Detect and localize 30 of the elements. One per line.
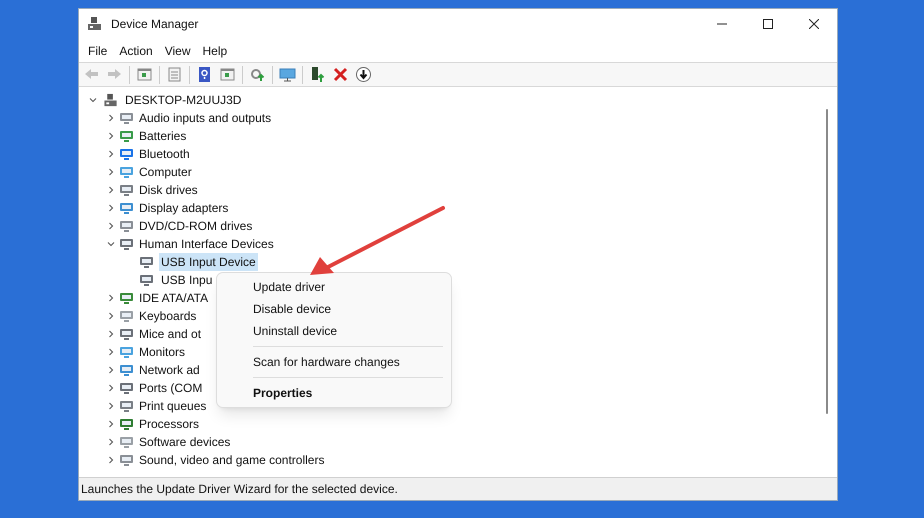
tree-item[interactable]: Software devices bbox=[139, 433, 230, 451]
tree-item[interactable]: Keyboards bbox=[139, 307, 196, 325]
menu-item[interactable]: Update driver bbox=[217, 276, 451, 298]
tree-item[interactable]: Ports (COM bbox=[139, 379, 202, 397]
menu-item[interactable]: File bbox=[82, 40, 114, 60]
status-text: Launches the Update Driver Wizard for the selected device. bbox=[81, 481, 398, 498]
tree-item[interactable]: Batteries bbox=[139, 127, 186, 145]
tree-item[interactable]: Bluetooth bbox=[139, 145, 190, 163]
menu-item[interactable]: View bbox=[158, 40, 196, 60]
window-title: Device Manager bbox=[111, 16, 198, 33]
menu-item[interactable]: Action bbox=[113, 40, 159, 60]
tree-item[interactable]: USB Input Device bbox=[159, 253, 258, 271]
tree-item[interactable]: Audio inputs and outputs bbox=[139, 109, 272, 127]
tree-item[interactable]: Disk drives bbox=[139, 181, 198, 199]
tree-item[interactable]: Human Interface Devices bbox=[139, 235, 274, 253]
tree-item[interactable]: Print queues bbox=[139, 397, 206, 415]
tree-item[interactable]: IDE ATA/ATA bbox=[139, 289, 208, 307]
tree-item[interactable]: USB Inpu bbox=[159, 271, 214, 289]
tree-item[interactable]: Processors bbox=[139, 415, 200, 433]
tree-item[interactable]: DVD/CD-ROM drives bbox=[139, 217, 252, 235]
tree-item[interactable]: Computer bbox=[139, 163, 192, 181]
menu-item[interactable]: Uninstall device bbox=[217, 320, 451, 342]
tree-item[interactable]: Display adapters bbox=[139, 199, 228, 217]
tree-item[interactable]: Mice and ot bbox=[139, 325, 202, 343]
tree-item[interactable]: Sound, video and game controllers bbox=[139, 451, 324, 469]
tree-item[interactable]: DESKTOP-M2UUJ3D bbox=[125, 91, 242, 109]
menu-item[interactable]: Help bbox=[196, 40, 234, 60]
menu-item[interactable]: Disable device bbox=[217, 298, 451, 320]
tree-item[interactable]: Network ad bbox=[139, 361, 200, 379]
tree-item[interactable]: Monitors bbox=[139, 343, 186, 361]
